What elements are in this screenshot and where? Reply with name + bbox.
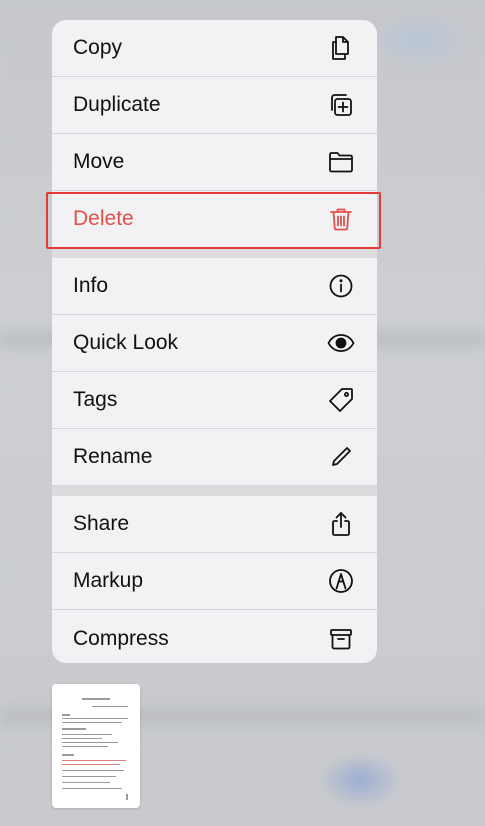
- share-icon: [327, 510, 355, 538]
- thumbnail-text-line: [62, 760, 126, 761]
- thumbnail-text-line: [126, 794, 128, 800]
- menu-group-separator: [52, 486, 377, 496]
- markup-icon: [327, 567, 355, 595]
- delete-highlight-box: [46, 192, 381, 249]
- pencil-icon: [327, 443, 355, 471]
- archive-box-icon: [327, 625, 355, 653]
- menu-item-compress[interactable]: Compress: [52, 610, 377, 663]
- thumbnail-text-line: [62, 746, 108, 747]
- thumbnail-text-line: [62, 718, 128, 719]
- menu-item-rename[interactable]: Rename: [52, 429, 377, 486]
- plus-square-on-square-icon: [327, 91, 355, 119]
- thumbnail-text-line: [62, 788, 122, 789]
- menu-item-info[interactable]: Info: [52, 258, 377, 315]
- menu-item-label: Share: [73, 512, 130, 535]
- info-circle-icon: [327, 272, 355, 300]
- thumbnail-text-line: [62, 754, 74, 756]
- tag-icon: [327, 386, 355, 414]
- thumbnail-text-line: [62, 782, 110, 783]
- menu-item-quick-look[interactable]: Quick Look: [52, 315, 377, 372]
- eye-icon: [327, 329, 355, 357]
- menu-group-separator: [52, 248, 377, 258]
- menu-item-label: Move: [73, 150, 125, 173]
- menu-item-markup[interactable]: Markup: [52, 553, 377, 610]
- menu-item-label: Compress: [73, 626, 169, 650]
- menu-item-label: Rename: [73, 445, 153, 468]
- menu-item-move[interactable]: Move: [52, 134, 377, 191]
- thumbnail-text-line: [62, 764, 120, 765]
- thumbnail-text-line: [62, 776, 116, 777]
- thumbnail-text-line: [62, 770, 124, 771]
- thumbnail-text-line: [62, 722, 122, 723]
- menu-item-label: Copy: [73, 36, 123, 59]
- folder-icon: [327, 148, 355, 176]
- menu-item-label: Quick Look: [73, 331, 179, 354]
- thumbnail-text-line: [62, 738, 102, 739]
- menu-item-share[interactable]: Share: [52, 496, 377, 553]
- menu-item-duplicate[interactable]: Duplicate: [52, 77, 377, 134]
- context-menu: Copy Duplicate Move Delete Info Quick Lo…: [52, 20, 377, 663]
- menu-item-label: Tags: [73, 388, 118, 411]
- document-thumbnail[interactable]: [52, 684, 140, 808]
- thumbnail-text-line: [62, 714, 70, 716]
- menu-item-label: Markup: [73, 569, 144, 592]
- menu-item-tags[interactable]: Tags: [52, 372, 377, 429]
- menu-item-label: Duplicate: [73, 93, 161, 116]
- thumbnail-text-line: [92, 706, 128, 707]
- menu-item-copy[interactable]: Copy: [52, 20, 377, 77]
- doc-on-doc-icon: [327, 34, 355, 62]
- thumbnail-text-line: [82, 698, 110, 700]
- menu-item-label: Info: [73, 274, 109, 297]
- thumbnail-text-line: [62, 742, 118, 743]
- thumbnail-text-line: [62, 728, 86, 730]
- thumbnail-text-line: [62, 734, 112, 735]
